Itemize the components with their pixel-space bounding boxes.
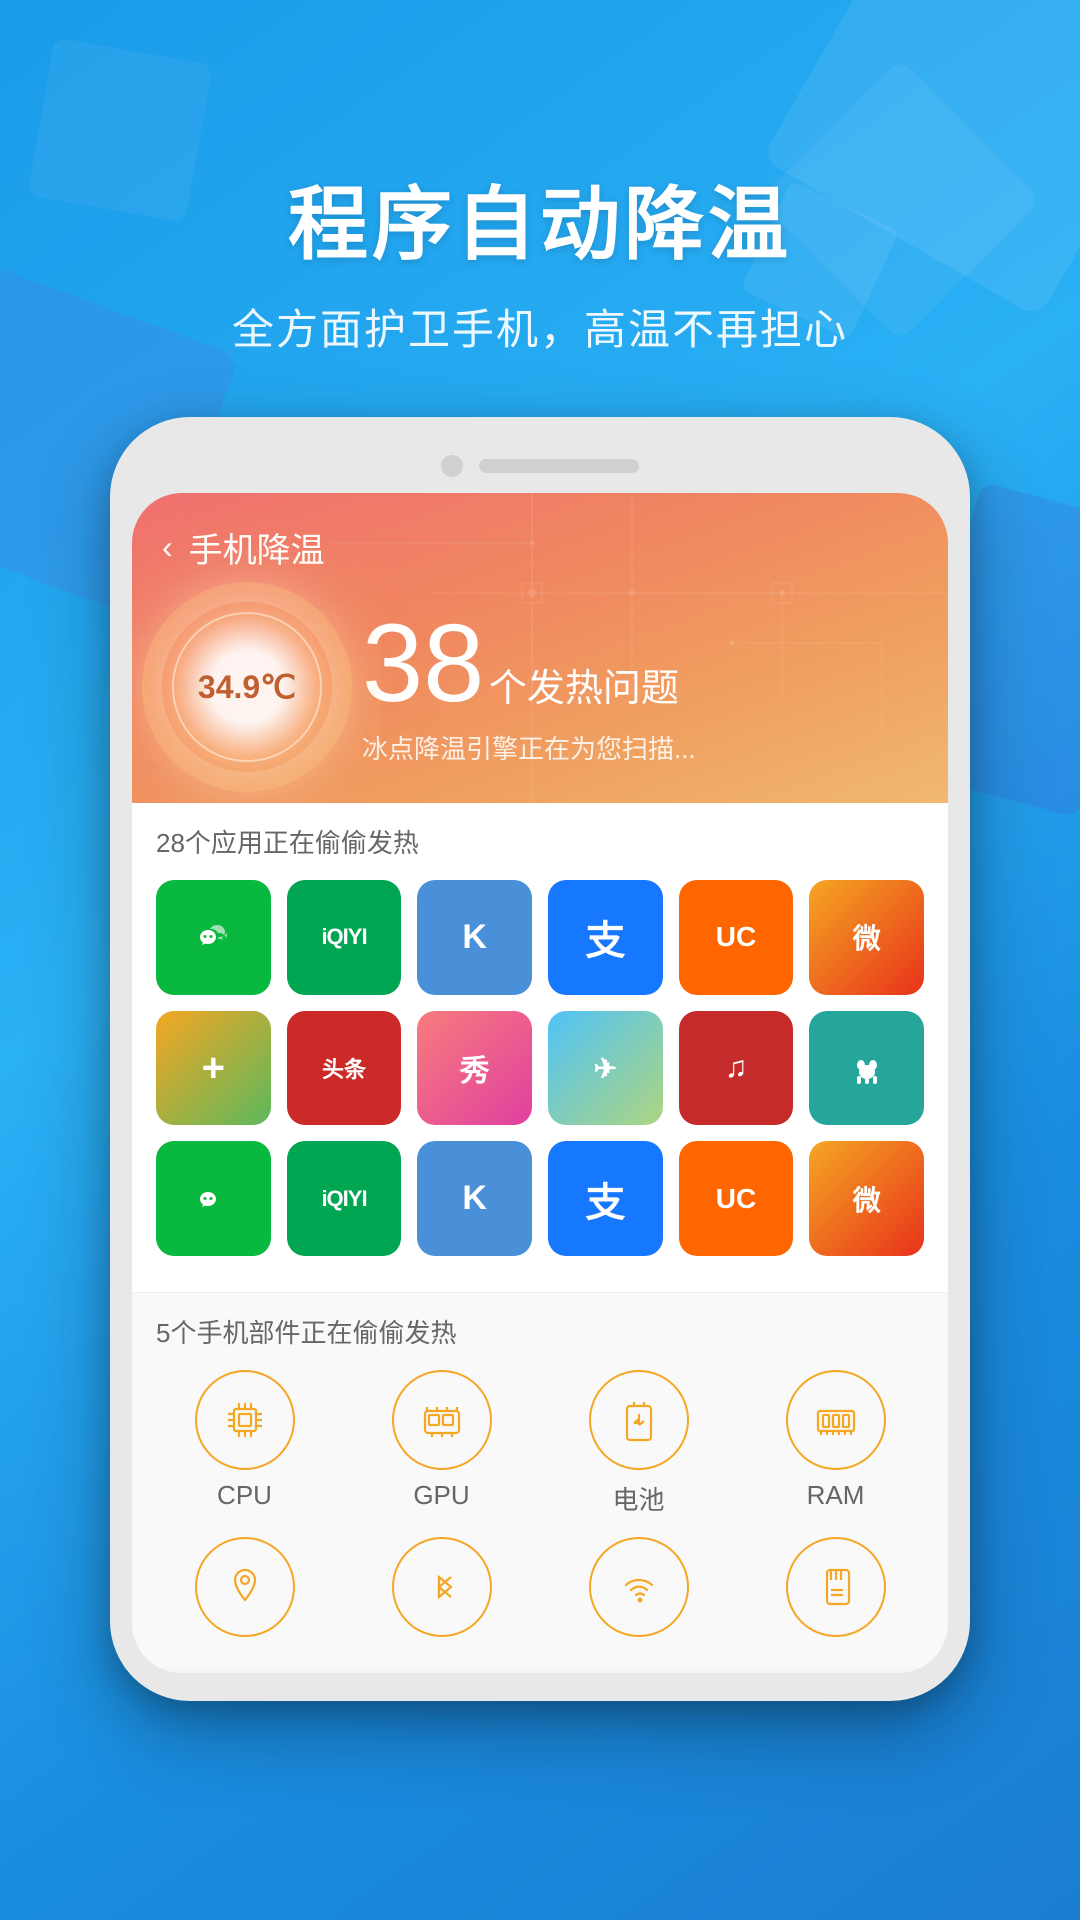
app-wechat[interactable] [156, 880, 271, 995]
temperature-circle: 34.9℃ [162, 602, 332, 772]
components-grid-row2 [156, 1537, 924, 1647]
component-bluetooth[interactable] [353, 1537, 530, 1647]
gpu-label: GPU [413, 1480, 469, 1511]
temperature-value: 34.9℃ [198, 668, 296, 706]
header-area: 程序自动降温 全方面护卫手机，高温不再担心 [0, 0, 1080, 357]
app-alipay[interactable]: 支 [548, 880, 663, 995]
app-iqiyi[interactable]: iQIYI [287, 880, 402, 995]
components-section-title: 5个手机部件正在偷偷发热 [156, 1313, 924, 1350]
app-kuwo-2[interactable]: K [417, 1141, 532, 1256]
app-wechat-2[interactable] [156, 1141, 271, 1256]
component-battery[interactable]: 电池 [550, 1370, 727, 1517]
phone-screen: ‹ 手机降温 34.9℃ 38 个发热问题 冰点降温引擎正在为您扫描... 28… [132, 493, 948, 1673]
apps-grid-row3: iQIYI K 支 UC 微 [156, 1141, 924, 1256]
heat-count: 38 [362, 602, 484, 725]
app-hero-content: 34.9℃ 38 个发热问题 冰点降温引擎正在为您扫描... [162, 602, 918, 772]
app-health[interactable]: + [156, 1011, 271, 1126]
ram-icon-circle [786, 1370, 886, 1470]
component-cpu[interactable]: CPU [156, 1370, 333, 1517]
app-kuwo[interactable]: K [417, 880, 532, 995]
apps-grid-row2: + 头条 秀 ✈ ♫ [156, 1011, 924, 1126]
component-location[interactable] [156, 1537, 333, 1647]
app-iqiyi-2[interactable]: iQIYI [287, 1141, 402, 1256]
app-nav-title: 手机降温 [189, 523, 325, 572]
battery-icon-circle [589, 1370, 689, 1470]
cpu-icon-circle [195, 1370, 295, 1470]
phone-camera [441, 455, 463, 477]
ram-label: RAM [807, 1480, 865, 1511]
components-section: 5个手机部件正在偷偷发热 [132, 1292, 948, 1667]
heat-description: 冰点降温引擎正在为您扫描... [362, 729, 918, 766]
sub-title: 全方面护卫手机，高温不再担心 [0, 296, 1080, 357]
cpu-label: CPU [217, 1480, 272, 1511]
apps-section-title: 28个应用正在偷偷发热 [156, 823, 924, 860]
app-maps[interactable]: ✈ [548, 1011, 663, 1126]
app-uc-2[interactable]: UC [679, 1141, 794, 1256]
app-header: ‹ 手机降温 34.9℃ 38 个发热问题 冰点降温引擎正在为您扫描... [132, 493, 948, 803]
app-show[interactable]: 秀 [417, 1011, 532, 1126]
component-gpu[interactable]: GPU [353, 1370, 530, 1517]
components-grid-row1: CPU [156, 1370, 924, 1517]
bluetooth-icon-circle [392, 1537, 492, 1637]
phone-mockup: ‹ 手机降温 34.9℃ 38 个发热问题 冰点降温引擎正在为您扫描... 28… [110, 417, 970, 1701]
app-weibo-2[interactable]: 微 [809, 1141, 924, 1256]
heat-label: 个发热问题 [489, 668, 679, 710]
sd-icon-circle [786, 1537, 886, 1637]
app-uc[interactable]: UC [679, 880, 794, 995]
component-wifi[interactable] [550, 1537, 727, 1647]
main-title: 程序自动降温 [0, 160, 1080, 276]
apps-section: 28个应用正在偷偷发热 iQIYI K 支 UC 微 [132, 803, 948, 1292]
component-sd[interactable] [747, 1537, 924, 1647]
phone-speaker [479, 459, 639, 473]
app-alipay-2[interactable]: 支 [548, 1141, 663, 1256]
heat-info: 38 个发热问题 冰点降温引擎正在为您扫描... [362, 609, 918, 766]
app-weibo[interactable]: 微 [809, 880, 924, 995]
battery-label: 电池 [612, 1480, 664, 1517]
wifi-icon-circle [589, 1537, 689, 1637]
phone-top-bar [132, 445, 948, 493]
phone-outer-shell: ‹ 手机降温 34.9℃ 38 个发热问题 冰点降温引擎正在为您扫描... 28… [110, 417, 970, 1701]
gpu-icon-circle [392, 1370, 492, 1470]
location-icon-circle [195, 1537, 295, 1637]
app-nav: ‹ 手机降温 [162, 523, 918, 572]
app-toutiao[interactable]: 头条 [287, 1011, 402, 1126]
back-button[interactable]: ‹ [162, 529, 173, 566]
app-netease[interactable]: ♫ [679, 1011, 794, 1126]
apps-grid-row1: iQIYI K 支 UC 微 [156, 880, 924, 995]
app-camel[interactable] [809, 1011, 924, 1126]
component-ram[interactable]: RAM [747, 1370, 924, 1517]
